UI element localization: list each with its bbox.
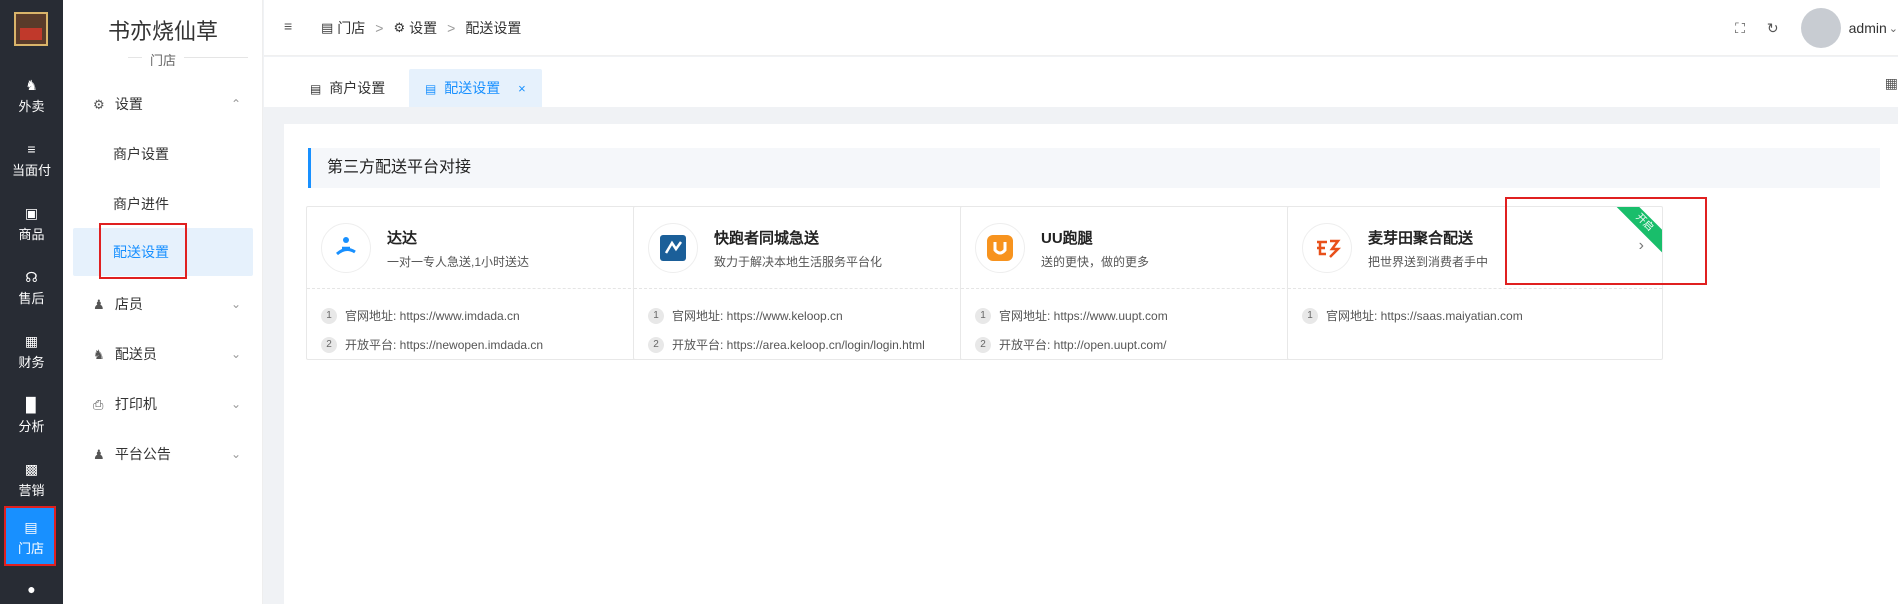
courier-icon: ♞ <box>93 347 105 362</box>
gear-icon: ⚙ <box>93 97 105 112</box>
platform-name: 麦芽田聚合配送 <box>1368 230 1474 247</box>
rail-item-chat[interactable]: ● <box>0 574 63 604</box>
highlight-box-maiyatian <box>1505 197 1707 285</box>
announcement-icon: ♟ <box>93 447 105 462</box>
refresh-icon[interactable]: ↻ <box>1767 20 1779 37</box>
menu-group-announcements[interactable]: ♟ 平台公告 ⌄ <box>63 434 263 474</box>
app-rail: ♞ 外卖 ≡ 当面付 ▣ 商品 ☊ 售后 ▦ 财务 ▉ 分析 ▩ 营销 ▤ 门店… <box>0 0 63 604</box>
printer-icon: ⎙ <box>93 397 104 412</box>
section-title: 第三方配送平台对接 <box>308 148 1880 188</box>
rail-item-marketing[interactable]: ▩ 营销 <box>0 450 63 506</box>
rail-item-finance[interactable]: ▦ 财务 <box>0 322 63 378</box>
keloop-logo-icon <box>660 235 686 261</box>
chevron-down-icon: ⌄ <box>230 447 241 461</box>
list-item: 1 官网地址: https://www.imdada.cn <box>321 301 543 330</box>
maiyatian-logo-icon <box>1302 223 1352 273</box>
card-header: 达达 一对一专人急送,1小时送达 › 开启 <box>307 207 681 289</box>
headset-icon: ☊ <box>25 269 38 285</box>
staff-icon: ♟ <box>93 297 105 312</box>
menu-group-couriers[interactable]: ♞ 配送员 ⌄ <box>63 334 263 374</box>
goods-icon: ▣ <box>24 205 39 221</box>
store-icon: ▤ <box>310 82 322 96</box>
menu-group-settings[interactable]: ⚙ 设置 ⌃ <box>63 84 263 124</box>
menu-group-printer[interactable]: ⎙ 打印机 ⌄ <box>63 384 263 424</box>
user-name[interactable]: admin <box>1849 20 1887 36</box>
chevron-down-icon: ⌄ <box>230 297 241 311</box>
fullscreen-icon[interactable]: ⛶ <box>1735 20 1745 37</box>
gear-icon: ⚙ <box>393 20 406 35</box>
menu-fold-icon[interactable]: ≡ <box>284 18 292 34</box>
menu-item-merchant-onboarding[interactable]: 商户进件 <box>63 180 263 228</box>
keloop-logo-icon <box>648 223 698 273</box>
platform-name: 达达 <box>387 230 418 247</box>
gift-icon: ▩ <box>24 461 39 477</box>
breadcrumb-item[interactable]: 设置 <box>409 18 437 38</box>
chevron-up-icon: ⌃ <box>230 97 241 111</box>
main-panel: 第三方配送平台对接 达达 一对一专人急送,1小时送达 › 开启 1官网地址: h… <box>284 124 1898 604</box>
tab-delivery-settings[interactable]: ▤ 配送设置 × <box>409 69 542 107</box>
list-icon: ≡ <box>27 141 36 157</box>
platform-desc: 送的更快，做的更多 <box>1041 255 1150 269</box>
card-header: UU跑腿 送的更快，做的更多 › 开启 <box>961 207 1335 289</box>
platform-desc: 致力于解决本地生活服务平台化 <box>714 255 883 269</box>
highlight-box-store <box>4 506 56 566</box>
rail-item-goods[interactable]: ▣ 商品 <box>0 194 63 250</box>
card-header: 快跑者同城急送 致力于解决本地生活服务平台化 › 关闭 <box>634 207 1008 289</box>
dada-logo-icon <box>321 223 371 273</box>
card-info: 1 官网地址: https://www.imdada.cn 2 开放平台: http… <box>321 301 543 359</box>
close-icon[interactable]: × <box>518 81 526 96</box>
breadcrumb-item: 配送设置 <box>465 20 522 36</box>
chevron-down-icon[interactable]: ⌄ <box>1889 22 1898 35</box>
finance-icon: ▦ <box>24 333 39 349</box>
platform-card-dada[interactable]: 达达 一对一专人急送,1小时送达 › 开启 1官网地址: https://www… <box>306 206 682 360</box>
card-info: 1 官网地址: https://www.uupt.com 2 开放平台: http:… <box>975 301 1168 359</box>
breadcrumb-separator: > <box>375 20 384 36</box>
chevron-down-icon: ⌄ <box>230 397 241 411</box>
breadcrumb: ▤ 门店 > ⚙ 设置 > 配送设置 <box>321 18 521 38</box>
store-icon: ▤ <box>425 82 437 96</box>
list-item: 1 官网地址: https://saas.maiyatian.com <box>1302 301 1523 330</box>
list-item: 1 官网地址: https://www.keloop.cn <box>648 301 925 330</box>
list-item: 2 开放平台: http://open.uupt.com/ <box>975 330 1168 359</box>
platform-name: 快跑者同城急送 <box>714 230 820 247</box>
bar-chart-icon: ▉ <box>26 397 37 413</box>
page-tabs: ▤ 商户设置 ▤ 配送设置 × ▦ <box>264 57 1898 107</box>
rail-item-after-sales[interactable]: ☊ 售后 <box>0 258 63 314</box>
rail-item-analysis[interactable]: ▉ 分析 <box>0 386 63 442</box>
platform-name: UU跑腿 <box>1041 230 1093 247</box>
shop-name: 书亦烧仙草 <box>107 20 218 45</box>
maiyatian-logo-icon <box>1317 239 1342 258</box>
store-icon: ▤ <box>321 20 334 35</box>
chevron-down-icon: ⌄ <box>230 347 241 361</box>
platform-desc: 一对一专人急送,1小时送达 <box>387 255 530 269</box>
card-info: 1 官网地址: https://www.keloop.cn 2 开放平台: http… <box>648 301 925 359</box>
list-item: 1 官网地址: https://www.uupt.com <box>975 301 1168 330</box>
app-logo[interactable] <box>14 12 48 46</box>
list-item: 2 开放平台: https://newopen.imdada.cn <box>321 330 543 359</box>
rail-item-face-pay[interactable]: ≡ 当面付 <box>0 130 63 186</box>
breadcrumb-item[interactable]: 门店 <box>337 18 365 38</box>
shop-subtitle: 门店 <box>63 50 263 69</box>
uu-logo-icon <box>987 235 1013 261</box>
secondary-sidebar: 书亦烧仙草 门店 ⚙ 设置 ⌃ 商户设置 商户进件 配送设置 ♟ 店员 ⌄ ♞ … <box>63 0 263 604</box>
platform-card-uu[interactable]: UU跑腿 送的更快，做的更多 › 开启 1官网地址: https://www.u… <box>960 206 1336 360</box>
platform-desc: 把世界送到消费者手中 <box>1368 255 1489 269</box>
chat-icon: ● <box>27 581 36 597</box>
avatar[interactable] <box>1800 8 1841 48</box>
tab-merchant-settings[interactable]: ▤ 商户设置 <box>294 69 401 107</box>
breadcrumb-separator: > <box>447 20 456 36</box>
menu-item-merchant-settings[interactable]: 商户设置 <box>63 130 263 178</box>
dada-logo-icon <box>336 237 356 256</box>
menu-group-staff[interactable]: ♟ 店员 ⌄ <box>63 284 263 324</box>
delivery-bike-icon: ♞ <box>25 77 38 93</box>
highlight-box-delivery-settings <box>99 223 187 279</box>
top-header: ≡ ▤ 门店 > ⚙ 设置 > 配送设置 ⛶ ↻ admin ⌄ <box>264 0 1898 56</box>
card-info: 1 官网地址: https://saas.maiyatian.com <box>1302 301 1523 330</box>
uu-logo-icon <box>975 223 1025 273</box>
header-actions: ⛶ ↻ admin ⌄ <box>1735 0 1898 56</box>
grid-menu-icon[interactable]: ▦ <box>1885 75 1898 92</box>
rail-item-takeout[interactable]: ♞ 外卖 <box>0 66 63 122</box>
platform-card-keloop[interactable]: 快跑者同城急送 致力于解决本地生活服务平台化 › 关闭 1官网地址: https… <box>633 206 1009 360</box>
list-item: 2 开放平台: https://area.keloop.cn/login/logi… <box>648 330 925 359</box>
